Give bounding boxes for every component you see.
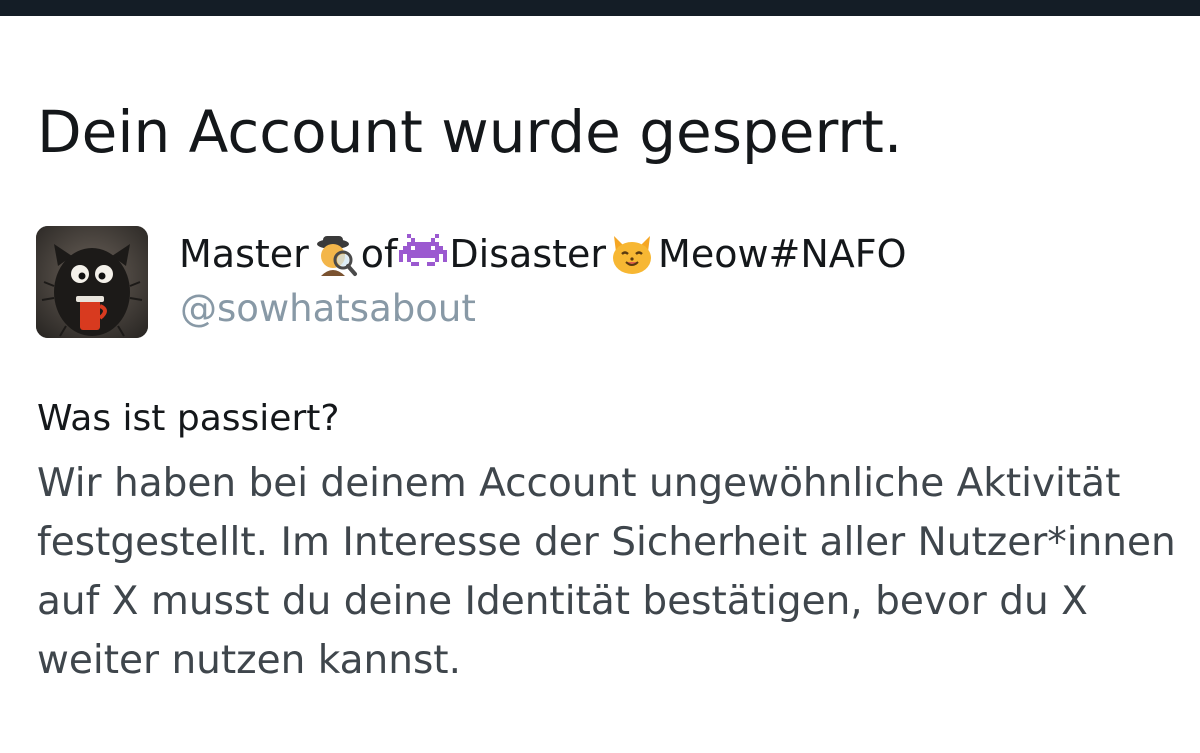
avatar[interactable] [36, 226, 148, 338]
display-name-part: of [360, 232, 398, 276]
cat-avatar-icon [36, 226, 148, 338]
section-body-text: Wir haben bei deinem Account ungewöhnlic… [37, 461, 1176, 683]
section-heading: Was ist passiert? [37, 398, 340, 439]
display-name[interactable]: Master of Disaster Meow#NAFO [179, 228, 907, 280]
display-name-part: Meow#NAFO [658, 232, 907, 276]
display-name-part: Master [179, 232, 309, 276]
page-title: Dein Account wurde gesperrt. [37, 98, 903, 166]
top-bar [0, 0, 1200, 16]
detective-icon [311, 230, 359, 278]
cat-face-icon [608, 230, 656, 278]
user-handle[interactable]: @sowhatsabout [180, 283, 476, 335]
alien-monster-icon [399, 230, 448, 278]
display-name-part: Disaster [449, 232, 607, 276]
